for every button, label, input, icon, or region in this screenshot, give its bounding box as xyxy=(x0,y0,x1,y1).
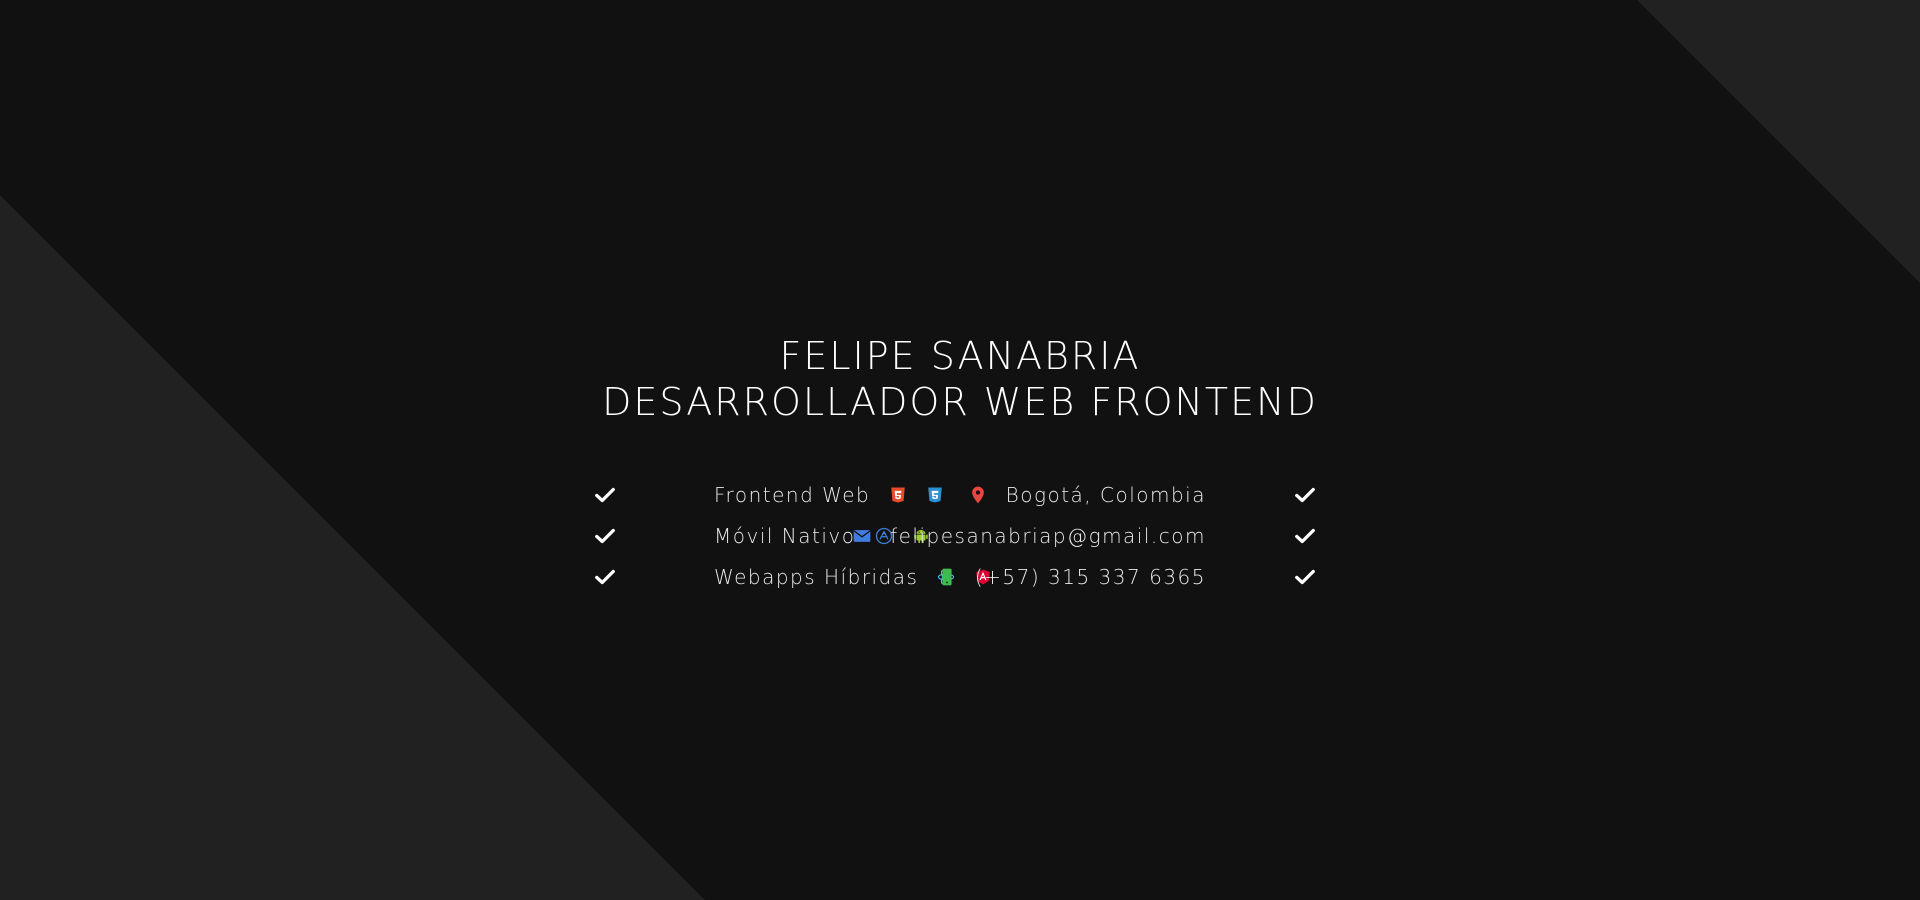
mobile-phone-icon xyxy=(942,568,952,586)
contact-label: Bogotá, Colombia xyxy=(1005,483,1206,507)
check-icon xyxy=(1295,569,1315,585)
envelope-icon xyxy=(853,530,871,542)
page: FELIPE SANABRIA DESARROLLADOR WEB FRONTE… xyxy=(0,0,1920,900)
contact-item-phone: (+57) 315 337 6365 xyxy=(666,562,1315,592)
map-marker-icon xyxy=(971,486,984,504)
check-icon xyxy=(595,569,615,585)
contact-label[interactable]: (+57) 315 337 6365 xyxy=(975,565,1206,589)
check-icon xyxy=(1295,487,1315,503)
check-icon xyxy=(1295,528,1315,544)
contact-item-location: Bogotá, Colombia xyxy=(666,480,1315,510)
hero-section: FELIPE SANABRIA DESARROLLADOR WEB FRONTE… xyxy=(0,0,1920,900)
contact-label[interactable]: felipesanabriap@gmail.com xyxy=(890,524,1206,548)
name-heading: FELIPE SANABRIA xyxy=(779,334,1141,378)
check-icon xyxy=(595,487,615,503)
contact-item-email: felipesanabriap@gmail.com xyxy=(666,521,1315,551)
role-heading: DESARROLLADOR WEB FRONTEND xyxy=(602,380,1318,424)
check-icon xyxy=(595,528,615,544)
